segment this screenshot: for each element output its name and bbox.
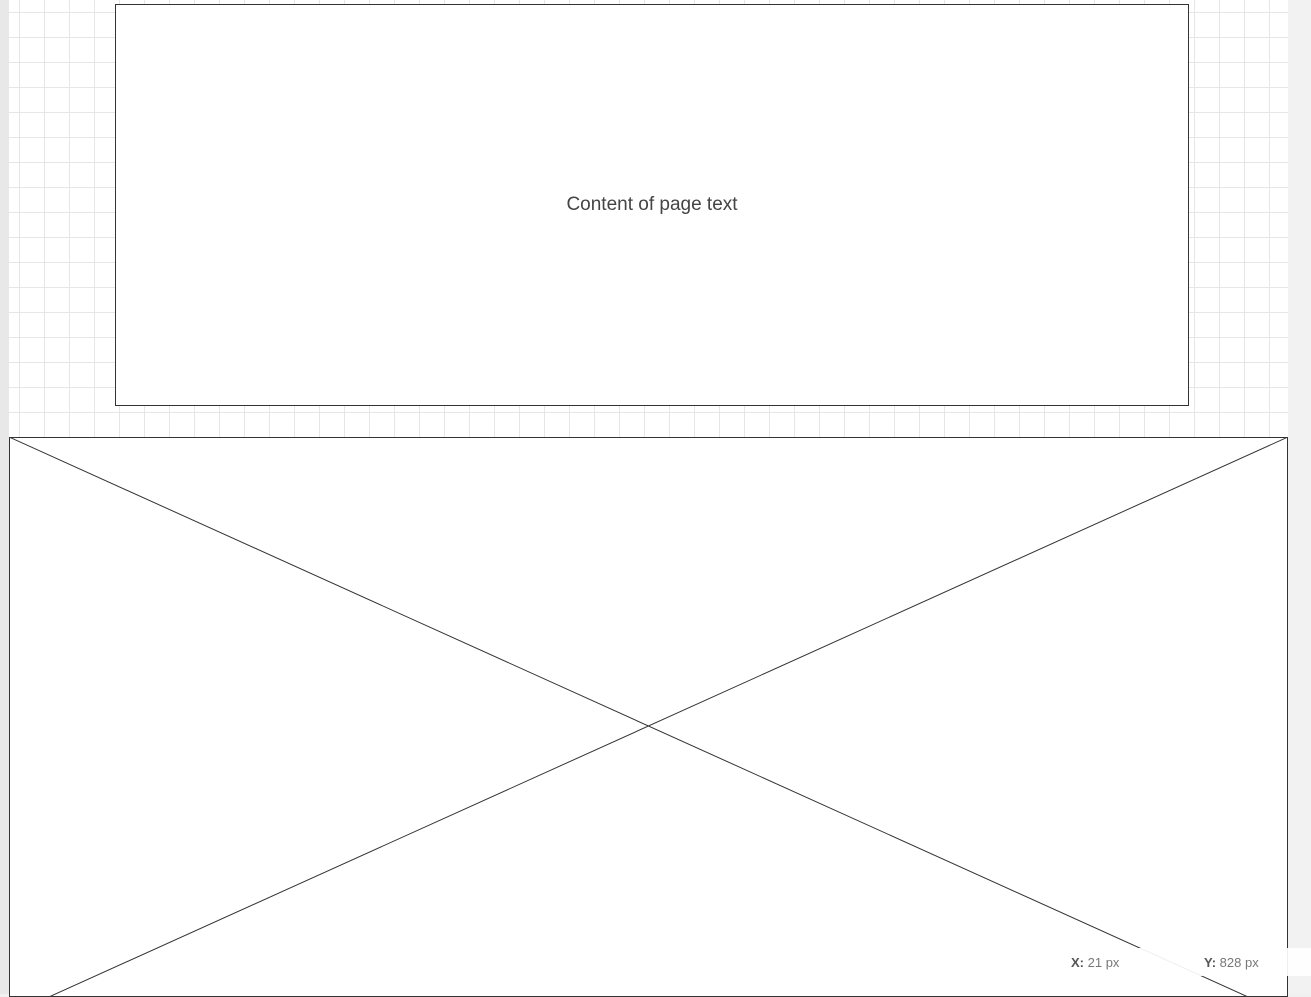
canvas-left-margin <box>0 0 9 994</box>
cursor-y-readout: Y: 828 px <box>1204 955 1259 970</box>
cursor-coordinates: X: 21 px Y: 828 px <box>1040 948 1311 976</box>
text-box-content: Content of page text <box>566 193 738 215</box>
image-placeholder-element[interactable] <box>9 437 1288 997</box>
cursor-x-value: 21 px <box>1087 955 1120 970</box>
canvas-right-margin <box>1288 0 1311 994</box>
cursor-x-label: X: <box>1071 955 1084 970</box>
cursor-y-value: 828 px <box>1219 955 1259 970</box>
design-canvas[interactable]: Content of page text X: 21 px Y: 828 px <box>0 0 1311 997</box>
image-placeholder-cross <box>9 437 1288 997</box>
cursor-x-readout: X: 21 px <box>1071 955 1119 970</box>
image-placeholder-border <box>9 437 1288 997</box>
cursor-y-label: Y: <box>1204 955 1217 970</box>
text-box-element[interactable]: Content of page text <box>115 4 1189 406</box>
